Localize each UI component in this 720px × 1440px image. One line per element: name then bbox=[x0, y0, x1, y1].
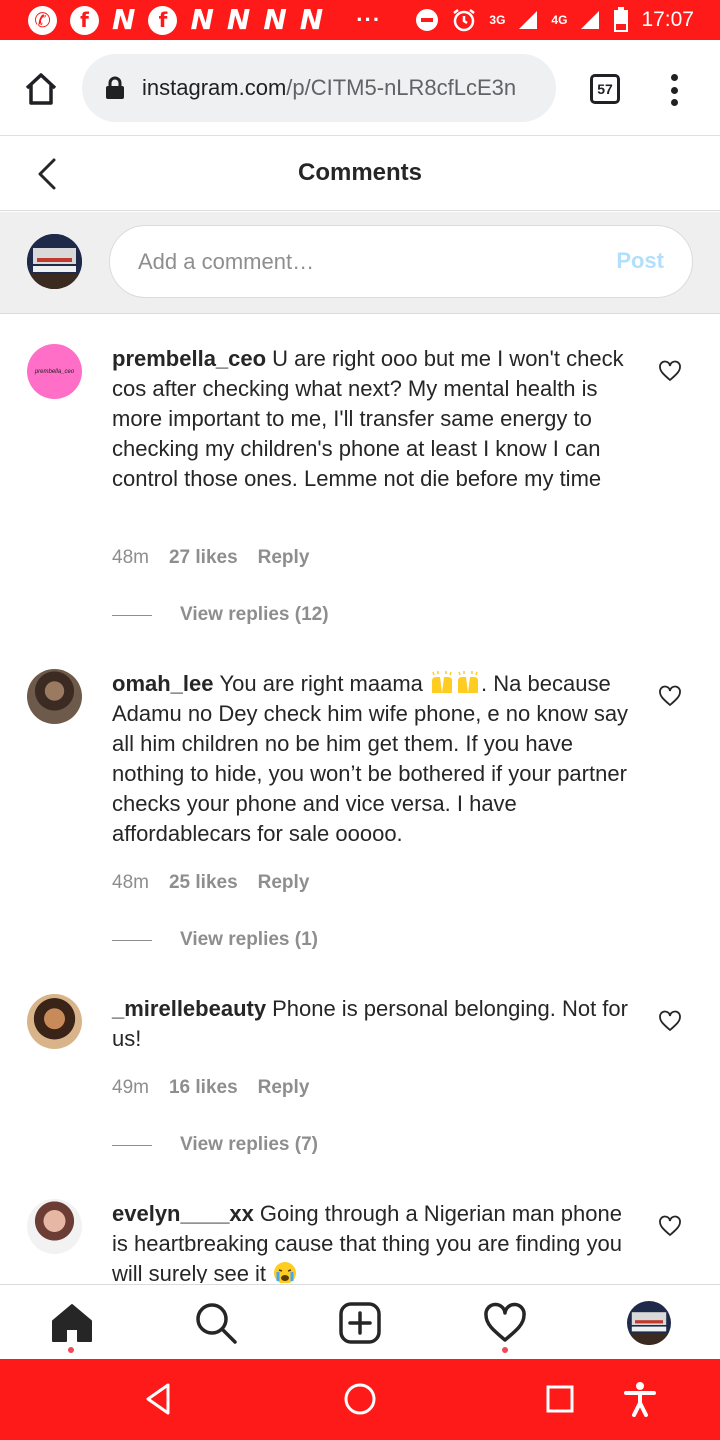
lock-icon bbox=[106, 76, 124, 99]
comment-meta: 48m 25 likes Reply bbox=[112, 872, 309, 894]
view-replies-button[interactable]: View replies (12) bbox=[112, 604, 329, 626]
comments-header: Comments bbox=[0, 137, 720, 211]
post-button[interactable]: Post bbox=[616, 248, 664, 274]
comment-list[interactable]: prembella_ceo prembella_ceo U are right o… bbox=[0, 315, 720, 1283]
reply-button[interactable]: Reply bbox=[258, 547, 310, 569]
comment-username[interactable]: omah_lee bbox=[112, 671, 214, 696]
comment-username[interactable]: _mirellebeauty bbox=[112, 996, 266, 1021]
view-replies-label: View replies (7) bbox=[180, 1134, 318, 1155]
n-icon: N bbox=[226, 3, 251, 36]
avatar bbox=[27, 234, 82, 289]
comment-time: 48m bbox=[112, 547, 149, 568]
comment-content-rest: . Na because Adamu no Dey check him wife… bbox=[112, 671, 629, 846]
comment-text: evelyn____xx Going through a Nigerian man… bbox=[112, 1199, 642, 1283]
signal-icon bbox=[581, 11, 600, 29]
like-heart-icon[interactable] bbox=[658, 1010, 682, 1032]
comment-meta: 49m 16 likes Reply bbox=[112, 1077, 309, 1099]
comment-content: You are right maama bbox=[219, 671, 423, 696]
alarm-icon bbox=[453, 9, 476, 32]
activity-heart-icon[interactable] bbox=[483, 1301, 527, 1345]
comment-time: 48m bbox=[112, 872, 149, 893]
crying-face-emoji-icon bbox=[274, 1262, 297, 1283]
network-4g-label: 4G bbox=[551, 13, 568, 27]
home-icon[interactable] bbox=[22, 70, 60, 108]
avatar-label: prembella_ceo bbox=[34, 368, 75, 375]
home-circle-icon[interactable] bbox=[342, 1381, 378, 1417]
reply-button[interactable]: Reply bbox=[258, 1077, 310, 1099]
add-comment-bar: Post bbox=[0, 212, 720, 314]
url-text: instagram.com/p/CITM5-nLR8cfLcE3n bbox=[142, 75, 547, 101]
url-host: instagram.com bbox=[142, 75, 287, 100]
back-triangle-icon[interactable] bbox=[142, 1381, 178, 1417]
facebook-icon: f bbox=[148, 5, 178, 35]
avatar[interactable] bbox=[27, 994, 82, 1049]
comment-text: omah_lee You are right maama . Na because… bbox=[112, 669, 642, 849]
comment-username[interactable]: evelyn____xx bbox=[112, 1201, 254, 1226]
reply-button[interactable]: Reply bbox=[258, 872, 310, 894]
like-heart-icon[interactable] bbox=[658, 685, 682, 707]
comment-text: prembella_ceo U are right ooo but me I wo… bbox=[112, 344, 642, 494]
recents-square-icon[interactable] bbox=[542, 1381, 578, 1417]
raising-hands-emoji-icon bbox=[458, 671, 479, 693]
home-icon[interactable] bbox=[50, 1301, 94, 1345]
do-not-disturb-icon bbox=[416, 9, 439, 31]
address-bar[interactable]: instagram.com/p/CITM5-nLR8cfLcE3n bbox=[82, 54, 556, 122]
divider bbox=[112, 1144, 152, 1146]
android-navigation-bar bbox=[0, 1359, 720, 1440]
avatar[interactable]: prembella_ceo bbox=[27, 344, 82, 399]
n-icon: N bbox=[263, 3, 287, 36]
comment-text: _mirellebeauty Phone is personal belongin… bbox=[112, 994, 642, 1054]
tab-switcher-button[interactable]: 57 bbox=[590, 74, 620, 104]
view-replies-button[interactable]: View replies (7) bbox=[112, 1134, 318, 1156]
view-replies-label: View replies (1) bbox=[180, 929, 318, 950]
like-heart-icon[interactable] bbox=[658, 1215, 682, 1237]
divider bbox=[112, 614, 152, 616]
comment-likes[interactable]: 27 likes bbox=[169, 547, 238, 569]
battery-icon bbox=[614, 7, 629, 32]
comment-likes[interactable]: 25 likes bbox=[169, 872, 238, 894]
n-icon: N bbox=[190, 3, 214, 36]
avatar[interactable] bbox=[27, 669, 82, 724]
comment-meta: 48m 27 likes Reply bbox=[112, 547, 309, 569]
comment-input[interactable] bbox=[138, 226, 598, 297]
like-heart-icon[interactable] bbox=[658, 360, 682, 382]
more-notifications: ··· bbox=[356, 7, 382, 32]
view-replies-button[interactable]: View replies (1) bbox=[112, 929, 318, 951]
clock: 17:07 bbox=[641, 8, 694, 31]
search-icon[interactable] bbox=[194, 1301, 238, 1345]
view-replies-label: View replies (12) bbox=[180, 604, 329, 625]
status-bar: ✆ f N f N N N N ··· 3G 4G 17:07 bbox=[0, 0, 720, 40]
bottom-nav bbox=[0, 1284, 720, 1359]
comment-likes[interactable]: 16 likes bbox=[169, 1077, 238, 1099]
url-path: /p/CITM5-nLR8cfLcE3n bbox=[286, 75, 517, 100]
avatar[interactable] bbox=[27, 1199, 82, 1254]
browser-toolbar: instagram.com/p/CITM5-nLR8cfLcE3n 57 bbox=[0, 40, 720, 136]
page-title: Comments bbox=[297, 159, 423, 186]
accessibility-icon[interactable] bbox=[622, 1381, 658, 1417]
whatsapp-icon: ✆ bbox=[28, 5, 57, 35]
network-3g-label: 3G bbox=[489, 13, 506, 27]
n-icon: N bbox=[299, 3, 324, 36]
comment-input-container: Post bbox=[109, 225, 693, 298]
facebook-icon: f bbox=[70, 5, 99, 35]
comment-username[interactable]: prembella_ceo bbox=[112, 346, 266, 371]
notification-dot bbox=[502, 1347, 508, 1353]
new-post-icon[interactable] bbox=[338, 1301, 382, 1345]
raising-hands-emoji-icon bbox=[432, 671, 453, 693]
signal-icon bbox=[519, 11, 538, 29]
more-options-icon[interactable] bbox=[664, 70, 684, 110]
divider bbox=[112, 939, 152, 941]
comment-time: 49m bbox=[112, 1077, 149, 1098]
profile-avatar[interactable] bbox=[627, 1301, 671, 1345]
notification-dot bbox=[68, 1347, 74, 1353]
n-icon: N bbox=[112, 3, 136, 36]
